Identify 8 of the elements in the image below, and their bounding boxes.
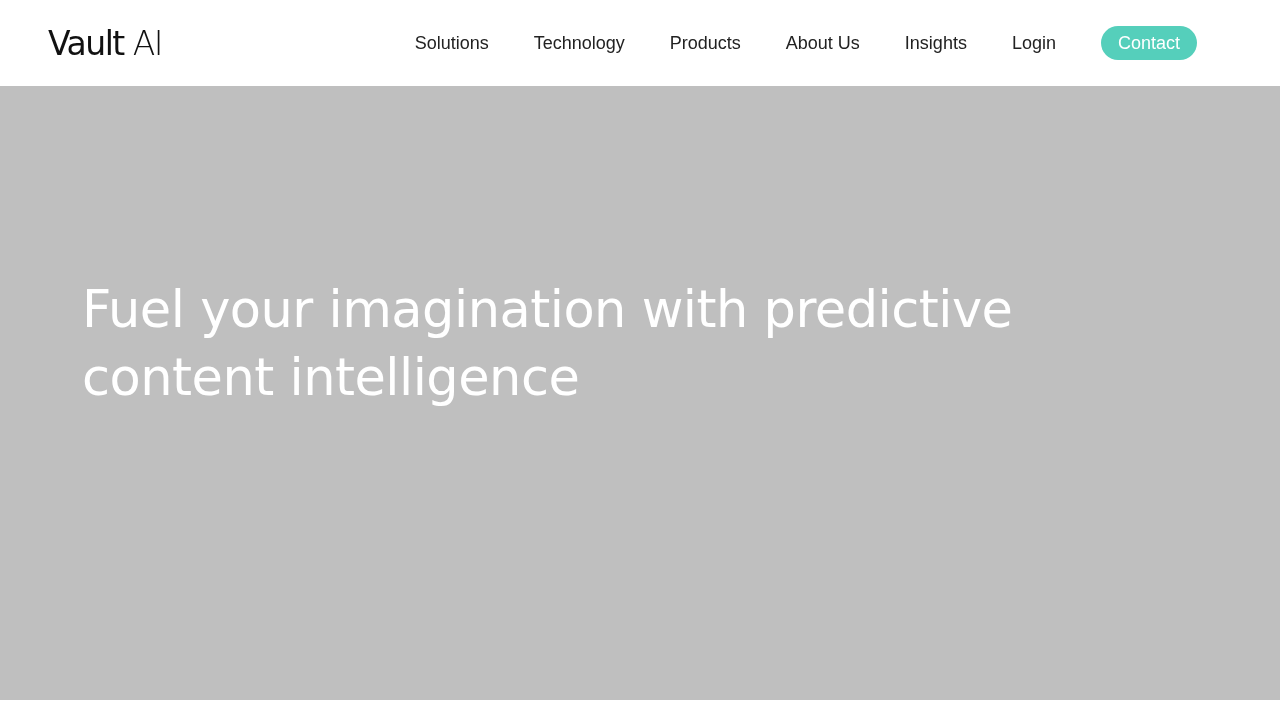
vault-ai-logo[interactable]: Vault AI [48,26,163,60]
nav-link[interactable]: About Us [785,29,860,57]
nav-link[interactable]: Solutions [414,29,489,57]
nav-link[interactable]: Products [669,29,741,57]
nav-link[interactable]: Technology [533,29,625,57]
nav-link[interactable]: Login [1011,29,1056,57]
nav-link[interactable]: Insights [904,29,967,57]
hero-heading: Fuel your imagination with predictive content intelligence [82,279,1014,409]
